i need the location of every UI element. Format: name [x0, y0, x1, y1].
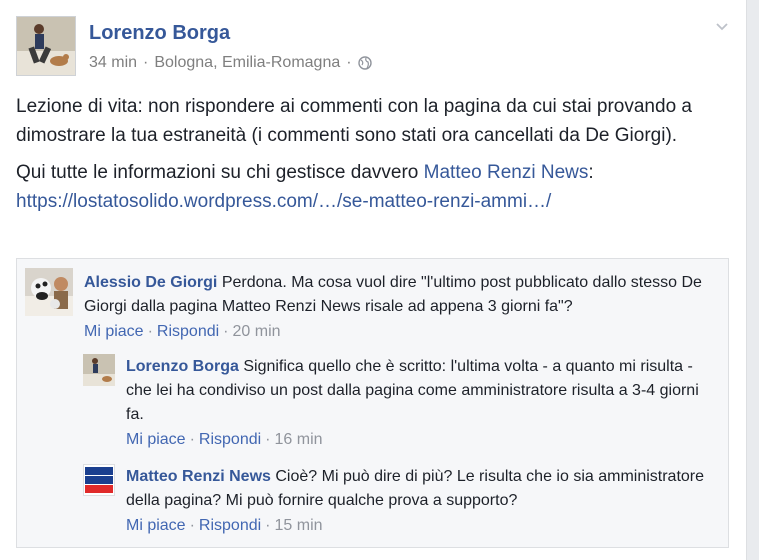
action-separator: ·	[265, 431, 271, 448]
comment-time[interactable]: 15 min	[275, 517, 323, 534]
comment-body: Lorenzo Borga Significa quello che è scr…	[126, 355, 711, 451]
like-button[interactable]: Mi piace	[126, 517, 186, 534]
comment-body: Matteo Renzi News Cioè? Mi può dire di p…	[126, 465, 711, 537]
post-author-name[interactable]: Lorenzo Borga	[89, 22, 230, 45]
action-separator: ·	[147, 323, 153, 340]
reply-button[interactable]: Rispondi	[199, 431, 261, 448]
action-separator: ·	[265, 517, 271, 534]
post-header: Lorenzo Borga 34 min · Bologna, Emilia-R…	[16, 16, 732, 78]
comment-author[interactable]: Alessio De Giorgi	[84, 274, 217, 291]
author-avatar[interactable]	[16, 16, 76, 76]
post-location[interactable]: Bologna, Emilia-Romagna	[154, 54, 340, 72]
comment-actions: Mi piace · Rispondi · 20 min	[84, 321, 724, 343]
post-body: Lezione di vita: non rispondere ai comme…	[16, 92, 732, 216]
comment-author[interactable]: Matteo Renzi News	[126, 468, 271, 485]
page-avatar[interactable]	[83, 464, 115, 496]
reply-button[interactable]: Rispondi	[199, 517, 261, 534]
comment-time[interactable]: 20 min	[233, 323, 281, 340]
article-link[interactable]: https://lostatosolido.wordpress.com/…/se…	[16, 191, 551, 212]
like-button[interactable]: Mi piace	[126, 431, 186, 448]
commenter-avatar[interactable]	[83, 354, 115, 386]
reply-button[interactable]: Rispondi	[157, 323, 219, 340]
post-paragraph: Lezione di vita: non rispondere ai comme…	[16, 96, 692, 146]
commenter-avatar[interactable]	[25, 268, 73, 316]
comment-actions: Mi piace · Rispondi · 15 min	[126, 515, 711, 537]
comment-author[interactable]: Lorenzo Borga	[126, 358, 239, 375]
post-paragraph: Qui tutte le informazioni su chi gestisc…	[16, 158, 732, 216]
post-card: Lorenzo Borga 34 min · Bologna, Emilia-R…	[0, 0, 747, 560]
page-link[interactable]: Matteo Renzi News	[424, 162, 589, 183]
action-separator: ·	[223, 323, 229, 340]
globe-icon[interactable]	[357, 56, 372, 70]
action-separator: ·	[189, 431, 195, 448]
post-text-segment: :	[588, 162, 594, 183]
news-logo	[84, 465, 114, 495]
meta-separator: ·	[143, 54, 149, 71]
comment-time[interactable]: 16 min	[275, 431, 323, 448]
action-separator: ·	[189, 517, 195, 534]
like-button[interactable]: Mi piace	[84, 323, 144, 340]
meta-separator: ·	[346, 54, 352, 71]
comment-reply: Lorenzo Borga Significa quello che è scr…	[83, 354, 713, 448]
comment-reply: Matteo Renzi News Cioè? Mi può dire di p…	[83, 464, 713, 544]
comment: Alessio De Giorgi Perdona. Ma cosa vuol …	[25, 268, 715, 348]
comments-section: Alessio De Giorgi Perdona. Ma cosa vuol …	[16, 258, 729, 548]
post-meta: 34 min · Bologna, Emilia-Romagna ·	[89, 54, 372, 72]
post-time[interactable]: 34 min	[89, 54, 137, 72]
comment-body: Alessio De Giorgi Perdona. Ma cosa vuol …	[84, 271, 724, 343]
comment-actions: Mi piace · Rispondi · 16 min	[126, 429, 711, 451]
post-text-segment: Qui tutte le informazioni su chi gestisc…	[16, 162, 424, 183]
chevron-down-icon[interactable]	[714, 18, 730, 34]
